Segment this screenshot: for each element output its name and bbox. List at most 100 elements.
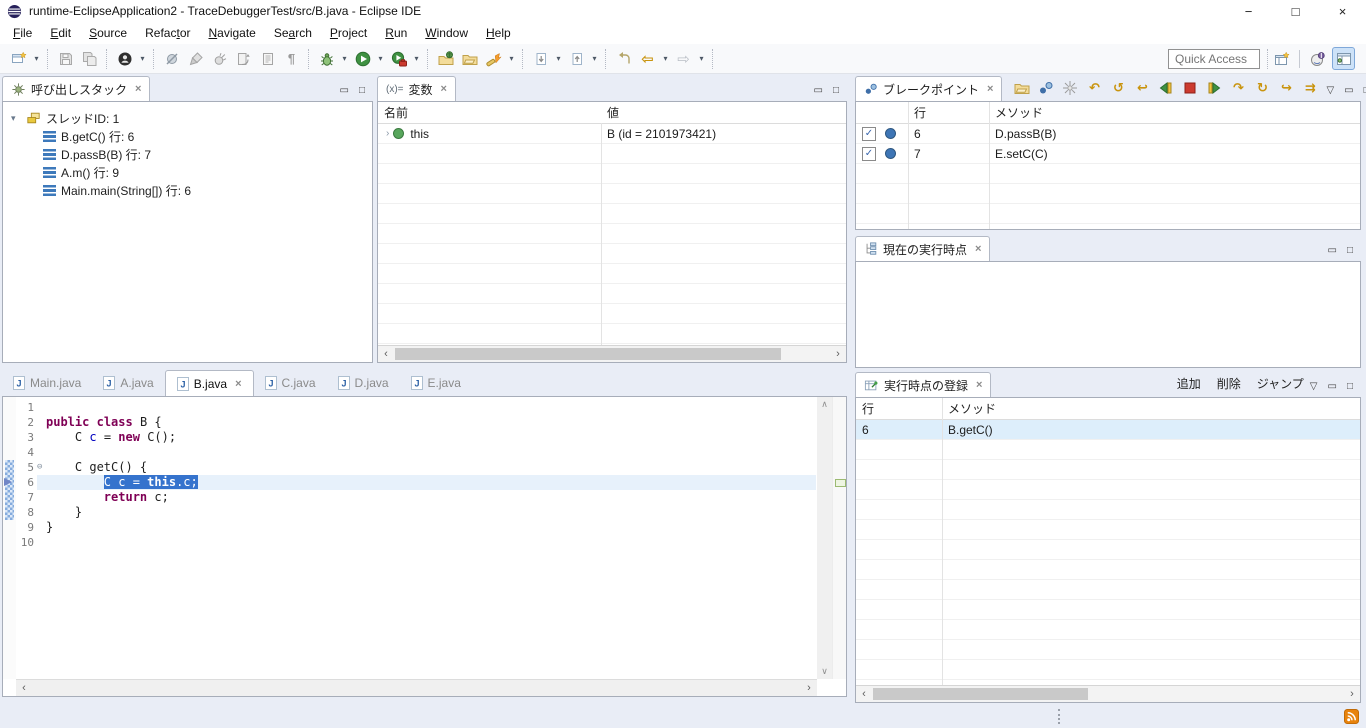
- close-icon[interactable]: ×: [976, 379, 982, 391]
- menu-source[interactable]: Source: [80, 24, 136, 42]
- breakpoint-row[interactable]: ✓7E.setC(C): [856, 144, 1360, 164]
- code-line[interactable]: 7 return c;: [16, 490, 816, 505]
- call-stack-frame[interactable]: Main.main(String[]) 行: 6: [3, 181, 372, 199]
- scrollbar-thumb[interactable]: [395, 348, 781, 360]
- dropdown-icon[interactable]: ▾: [660, 54, 671, 63]
- code-line[interactable]: 8 }: [16, 505, 816, 520]
- column-value[interactable]: 値: [601, 104, 846, 121]
- editor-tab-d-java[interactable]: JD.java: [327, 370, 400, 396]
- minimize-view-icon[interactable]: ▭: [340, 86, 349, 96]
- close-icon[interactable]: ×: [135, 83, 141, 95]
- minimize-view-icon[interactable]: ▭: [1328, 246, 1337, 256]
- variables-row[interactable]: ›thisB (id = 2101973421): [378, 124, 846, 144]
- step-into-icon[interactable]: ↷: [1228, 78, 1248, 98]
- add-button[interactable]: 追加: [1177, 375, 1201, 392]
- dropdown-icon[interactable]: ▾: [137, 54, 148, 63]
- run-to-line-icon[interactable]: ⇉: [1300, 78, 1320, 98]
- editor-tab-b-java[interactable]: JB.java×: [165, 370, 254, 396]
- overview-ruler[interactable]: [832, 397, 846, 679]
- link-editor-icon[interactable]: [232, 47, 255, 70]
- open-trace-icon[interactable]: [1012, 78, 1032, 98]
- scroll-left-icon[interactable]: ‹: [16, 680, 32, 696]
- coverage-icon[interactable]: [387, 47, 410, 70]
- java-perspective-icon[interactable]: [1306, 47, 1329, 70]
- dropdown-icon[interactable]: ▾: [31, 54, 42, 63]
- menu-navigate[interactable]: Navigate: [199, 24, 264, 42]
- call-stack-frame[interactable]: B.getC() 行: 6: [3, 127, 372, 145]
- code-line[interactable]: 10: [16, 535, 816, 550]
- minimize-view-icon[interactable]: ▭: [814, 86, 823, 96]
- breakpoint-checkbox[interactable]: ✓: [862, 127, 876, 141]
- call-stack-frame[interactable]: A.m() 行: 9: [3, 163, 372, 181]
- scrollbar-thumb[interactable]: [873, 688, 1088, 700]
- minimize-window-button[interactable]: −: [1225, 0, 1272, 22]
- code-area[interactable]: 12public class B {3 C c = new C();45⊖ C …: [16, 400, 816, 550]
- scroll-right-icon[interactable]: ›: [830, 346, 846, 362]
- maximize-window-button[interactable]: □: [1272, 0, 1319, 22]
- editor-tab-a-java[interactable]: JA.java: [92, 370, 164, 396]
- new-wizard-icon[interactable]: [7, 47, 30, 70]
- menu-run[interactable]: Run: [376, 24, 416, 42]
- dropdown-icon[interactable]: ▾: [589, 54, 600, 63]
- column-line[interactable]: 行: [908, 104, 989, 121]
- step-over-icon[interactable]: ↻: [1252, 78, 1272, 98]
- resume-backward-icon[interactable]: [1156, 78, 1176, 98]
- dropdown-icon[interactable]: ▾: [375, 54, 386, 63]
- format-icon[interactable]: [184, 47, 207, 70]
- menu-search[interactable]: Search: [265, 24, 321, 42]
- save-icon[interactable]: [54, 47, 77, 70]
- column-method[interactable]: メソッド: [942, 400, 1360, 417]
- breakpoint-pair-icon[interactable]: [1036, 78, 1056, 98]
- tab-registration[interactable]: 実行時点の登録 ×: [855, 372, 991, 397]
- prev-annotation-icon[interactable]: [565, 47, 588, 70]
- debug-perspective-icon[interactable]: [1332, 47, 1355, 70]
- column-name[interactable]: 名前: [378, 104, 601, 121]
- dropdown-icon[interactable]: ▾: [339, 54, 350, 63]
- editor-hscrollbar[interactable]: ‹ ›: [16, 679, 817, 696]
- breakpoint-checkbox[interactable]: ✓: [862, 147, 876, 161]
- chevron-down-icon[interactable]: ▾: [11, 113, 21, 124]
- step-back-return-icon[interactable]: ↩: [1132, 78, 1152, 98]
- maximize-view-icon[interactable]: □: [1347, 382, 1353, 392]
- editor-tab-c-java[interactable]: JC.java: [254, 370, 327, 396]
- thread-node[interactable]: ▾ スレッドID: 1: [3, 109, 372, 127]
- code-line[interactable]: 5⊖ C getC() {: [16, 460, 816, 475]
- registration-hscrollbar[interactable]: ‹ ›: [856, 685, 1360, 702]
- scroll-right-icon[interactable]: ›: [1344, 686, 1360, 702]
- dropdown-icon[interactable]: ▾: [506, 54, 517, 63]
- jump-button[interactable]: ジャンプ: [1257, 375, 1304, 392]
- open-type-icon[interactable]: [434, 47, 457, 70]
- delete-button[interactable]: 削除: [1217, 375, 1241, 392]
- open-perspective-icon[interactable]: [1270, 47, 1293, 70]
- chevron-right-icon[interactable]: ›: [378, 128, 389, 139]
- code-line[interactable]: 6 C c = this.c;: [16, 475, 816, 490]
- back-icon[interactable]: ⇦: [636, 47, 659, 70]
- pilcrow-icon[interactable]: ¶: [280, 47, 303, 70]
- scroll-right-icon[interactable]: ›: [801, 680, 817, 696]
- step-back-into-icon[interactable]: ↶: [1084, 78, 1104, 98]
- close-icon[interactable]: ×: [235, 378, 241, 390]
- clean-icon[interactable]: [208, 47, 231, 70]
- scroll-up-icon[interactable]: ∧: [817, 397, 832, 412]
- view-menu-icon[interactable]: ▽: [1326, 86, 1334, 96]
- open-folder-icon[interactable]: [458, 47, 481, 70]
- torch-icon[interactable]: [482, 47, 505, 70]
- tab-call-stack[interactable]: 呼び出しスタック ×: [2, 76, 150, 101]
- close-window-button[interactable]: ×: [1319, 0, 1366, 22]
- tab-variables[interactable]: (x)= 変数 ×: [377, 76, 456, 101]
- code-line[interactable]: 4: [16, 445, 816, 460]
- fold-minus-icon[interactable]: ⊖: [37, 460, 46, 475]
- maximize-view-icon[interactable]: □: [833, 86, 839, 96]
- menu-window[interactable]: Window: [416, 24, 477, 42]
- notifications-icon[interactable]: [1344, 709, 1359, 724]
- forward-icon[interactable]: ⇨: [672, 47, 695, 70]
- editor-vscrollbar[interactable]: ∧ ∨: [817, 397, 832, 679]
- trace-search-icon[interactable]: [1060, 78, 1080, 98]
- breakpoint-row[interactable]: ✓6D.passB(B): [856, 124, 1360, 144]
- dropdown-icon[interactable]: ▾: [553, 54, 564, 63]
- dropdown-icon[interactable]: ▾: [696, 54, 707, 63]
- dropdown-icon[interactable]: ▾: [411, 54, 422, 63]
- code-line[interactable]: 3 C c = new C();: [16, 430, 816, 445]
- menu-project[interactable]: Project: [321, 24, 376, 42]
- maximize-view-icon[interactable]: □: [359, 86, 365, 96]
